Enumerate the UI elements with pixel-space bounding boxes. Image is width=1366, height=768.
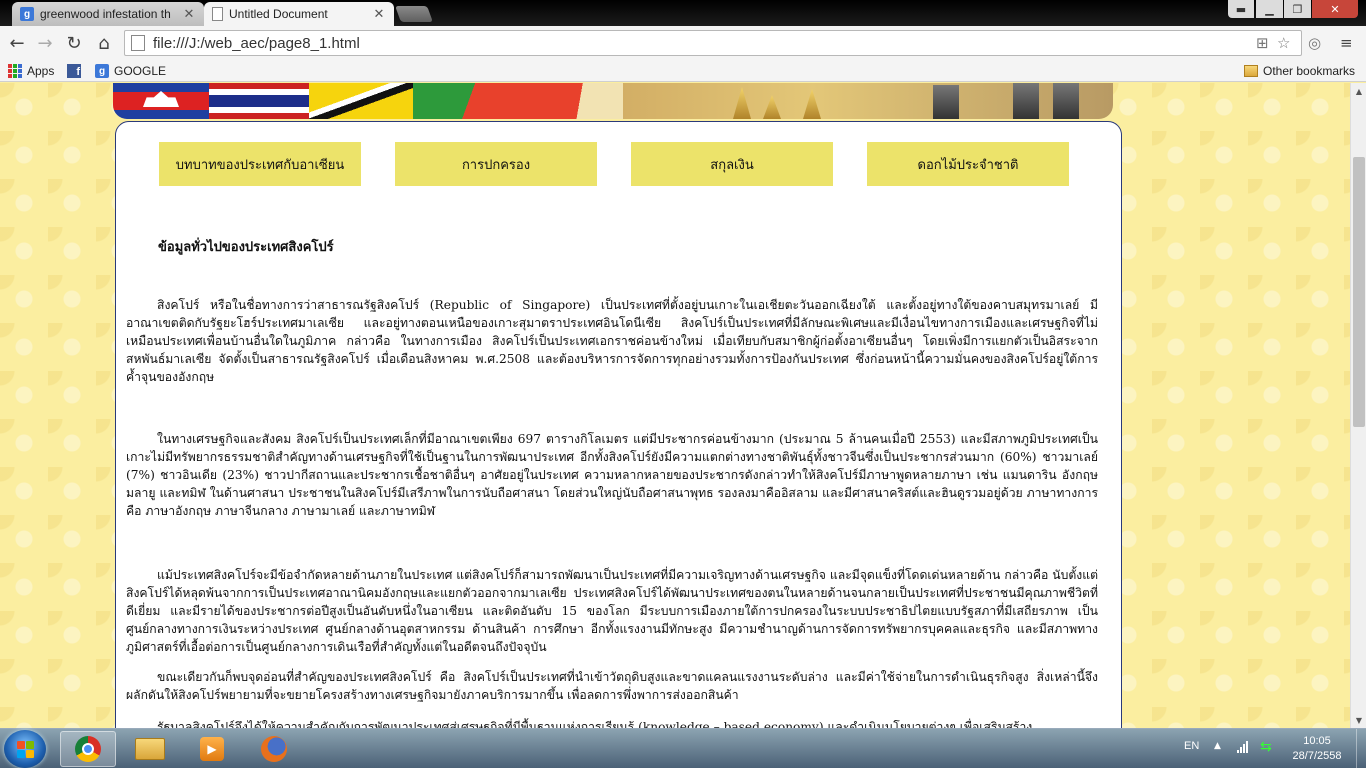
brunei-flag-icon: [309, 83, 413, 119]
article-paragraph: สิงคโปร์ หรือในชื่อทางการว่าสาธารณรัฐสิง…: [126, 298, 1098, 384]
language-indicator[interactable]: EN: [1184, 740, 1199, 752]
apps-grid-icon: [8, 64, 22, 78]
temple-spire-icon: [803, 89, 821, 119]
facebook-icon: f: [67, 64, 81, 78]
folder-icon: [1244, 65, 1258, 77]
page-viewport: บทบาทของประเทศกับอาเซียน การปกครอง สกุลเ…: [0, 83, 1350, 728]
show-desktop-button[interactable]: [1356, 729, 1366, 768]
taskbar-firefox[interactable]: [246, 731, 302, 767]
address-bar[interactable]: file:///J:/web_aec/page8_1.html: [124, 30, 1302, 56]
menu-button-national-flower[interactable]: ดอกไม้ประจำชาติ: [867, 142, 1069, 186]
star-bookmark-icon[interactable]: ☆: [1277, 34, 1290, 52]
scroll-down-arrow-icon[interactable]: ▼: [1351, 712, 1366, 728]
menu-icon[interactable]: ≡: [1340, 34, 1353, 52]
bookmark-google[interactable]: g GOOGLE: [95, 63, 166, 79]
content-panel: บทบาทของประเทศกับอาเซียน การปกครอง สกุลเ…: [115, 121, 1122, 728]
extension-icon[interactable]: ◎: [1308, 34, 1321, 52]
article-paragraph: แม้ประเทศสิงคโปร์จะมีข้อจำกัดหลายด้านภาย…: [126, 568, 1098, 654]
tab-strip: g greenwood infestation th ✕ Untitled Do…: [0, 0, 1366, 26]
page-icon: [212, 7, 223, 21]
cambodia-flag-icon: [113, 83, 209, 119]
address-text: file:///J:/web_aec/page8_1.html: [153, 34, 360, 52]
clock-date: 28/7/2558: [1292, 750, 1342, 762]
signal-strength-icon[interactable]: [1237, 741, 1251, 753]
network-icon[interactable]: ⇆: [1260, 739, 1272, 755]
tower-icon: [1013, 83, 1039, 119]
tab-greenwood[interactable]: g greenwood infestation th ✕: [12, 2, 204, 26]
home-icon[interactable]: ⌂: [92, 31, 116, 55]
translate-icon[interactable]: ⊞: [1256, 34, 1269, 52]
bookmark-label: Other bookmarks: [1263, 64, 1356, 78]
clock-time: 10:05: [1303, 735, 1331, 747]
close-tab-icon[interactable]: ✕: [372, 6, 386, 22]
scroll-up-arrow-icon[interactable]: ▲: [1351, 83, 1366, 99]
new-tab-button[interactable]: [395, 6, 433, 22]
taskbar-explorer[interactable]: [122, 731, 178, 767]
bookmark-label: GOOGLE: [114, 64, 167, 78]
article-heading: ข้อมูลทั่วไปของประเทศสิงคโปร์: [158, 240, 334, 255]
bookmark-label: Apps: [27, 64, 55, 78]
taskbar-chrome[interactable]: [60, 731, 116, 767]
firefox-icon: [261, 736, 287, 762]
vertical-scrollbar[interactable]: ▲ ▼: [1350, 83, 1366, 728]
tower-icon: [1053, 83, 1079, 119]
show-hidden-icons-icon[interactable]: ▲: [1214, 741, 1221, 751]
bookmarks-bar: Apps f g GOOGLE Other bookmarks: [0, 60, 1366, 82]
article-paragraph: รัฐบาลสิงคโปร์จึงได้ให้ความสำคัญกับการพั…: [157, 720, 1033, 728]
temple-spire-icon: [733, 87, 751, 119]
menu-button-government[interactable]: การปกครอง: [395, 142, 597, 186]
page-icon: [131, 35, 145, 51]
user-icon[interactable]: ▬: [1228, 0, 1254, 18]
menu-button-asean-role[interactable]: บทบาทของประเทศกับอาเซียน: [159, 142, 361, 186]
system-clock[interactable]: 10:05 28/7/2558: [1286, 734, 1348, 764]
media-player-icon: ▶: [200, 737, 224, 761]
bookmark-other[interactable]: Other bookmarks: [1244, 63, 1355, 79]
minimize-button[interactable]: ▁: [1256, 0, 1283, 18]
forward-arrow-icon[interactable]: →: [33, 31, 57, 55]
tab-untitled-document[interactable]: Untitled Document ✕: [204, 2, 394, 26]
tab-title: greenwood infestation th: [40, 7, 171, 21]
asean-banner: [113, 83, 1113, 119]
google-g-icon: g: [20, 7, 34, 21]
article-paragraph: ขณะเดียวกันก็พบจุดอ่อนที่สำคัญของประเทศส…: [126, 670, 1098, 702]
menu-button-currency[interactable]: สกุลเงิน: [631, 142, 833, 186]
article-paragraph: ในทางเศรษฐกิจและสังคม สิงคโปร์เป็นประเทศ…: [126, 432, 1098, 518]
back-arrow-icon[interactable]: ←: [5, 31, 29, 55]
taskbar-media-player[interactable]: ▶: [184, 731, 240, 767]
close-tab-icon[interactable]: ✕: [182, 6, 196, 22]
tab-title: Untitled Document: [229, 7, 328, 21]
chrome-icon: [75, 736, 101, 762]
statue-icon: [933, 85, 959, 119]
explorer-icon: [135, 738, 165, 760]
vietnam-flag-icon: [513, 83, 623, 119]
maximize-button[interactable]: ❐: [1284, 0, 1311, 18]
close-window-button[interactable]: ✕: [1312, 0, 1358, 18]
temple-spire-icon: [763, 95, 781, 119]
windows-taskbar: ▶ EN ▲ ⇆ 10:05 28/7/2558: [0, 728, 1366, 768]
bookmark-apps[interactable]: Apps: [8, 63, 54, 79]
browser-toolbar: ← → ↻ ⌂ file:///J:/web_aec/page8_1.html …: [0, 26, 1366, 60]
google-g-icon: g: [95, 64, 109, 78]
myanmar-flag-icon: [413, 83, 513, 119]
scrollbar-thumb[interactable]: [1353, 157, 1365, 427]
bookmark-facebook[interactable]: f: [67, 63, 86, 79]
reload-icon[interactable]: ↻: [62, 31, 86, 55]
thailand-flag-icon: [209, 83, 309, 119]
start-button[interactable]: [4, 730, 46, 768]
